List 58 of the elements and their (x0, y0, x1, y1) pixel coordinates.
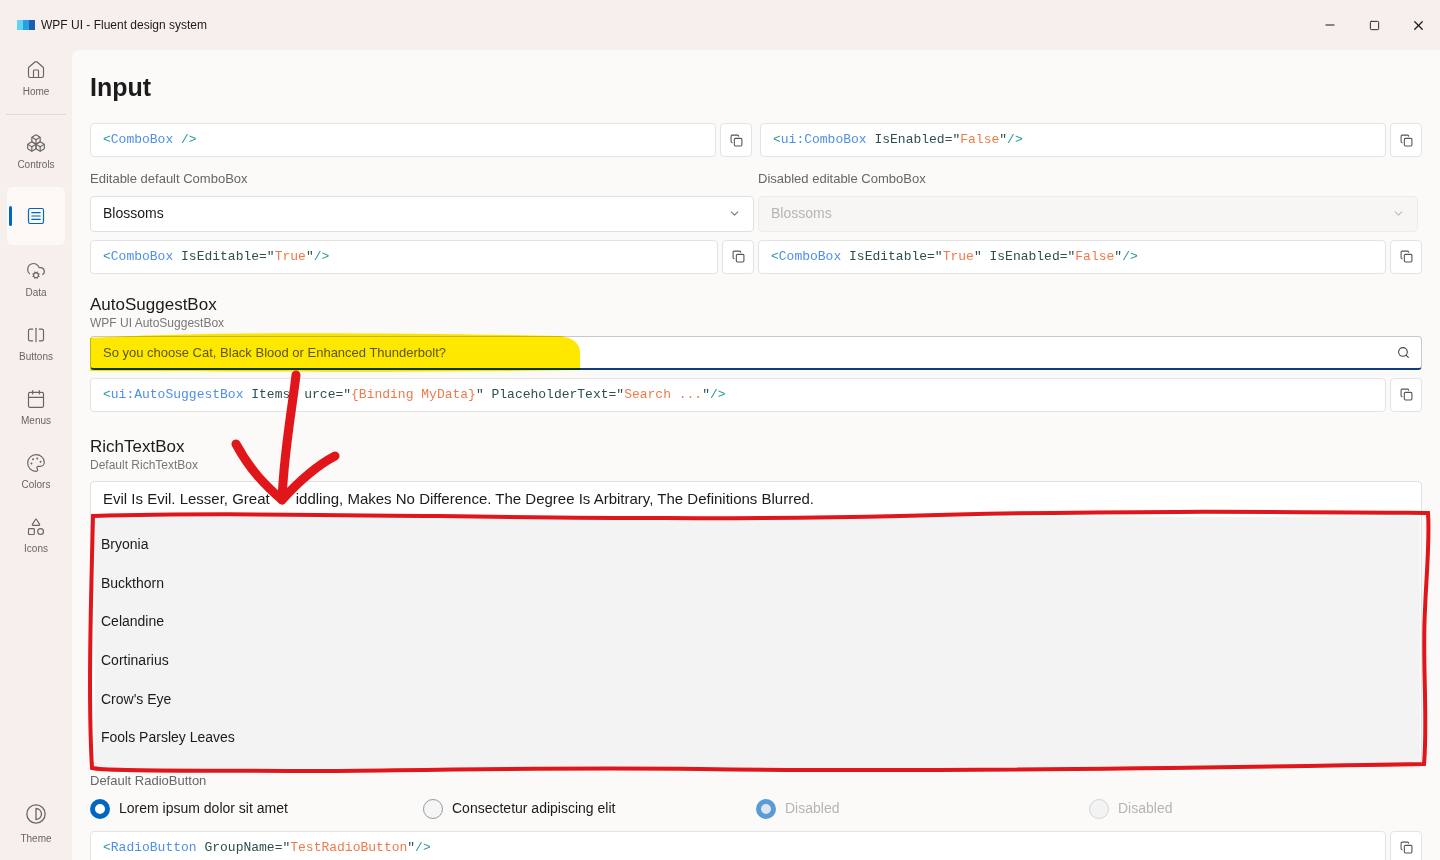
code-snippet: <ComboBox /> (90, 123, 716, 157)
radio-button[interactable]: Lorem ipsum dolor sit amet (90, 798, 423, 819)
restore-icon (1368, 19, 1380, 31)
shapes-icon (26, 516, 46, 537)
copy-icon (1399, 133, 1413, 147)
nav-item[interactable]: Menus (7, 379, 65, 437)
rich-text: Evil Is Evil. Lesser, Great (103, 488, 270, 509)
theme-button[interactable]: Theme (20, 803, 52, 846)
app-logo-icon (17, 20, 35, 30)
copy-icon (729, 133, 743, 147)
copy-button[interactable] (1390, 123, 1422, 157)
list-icon (26, 206, 46, 226)
suggestion-item[interactable]: Fools Parsley Leaves (95, 718, 1420, 758)
calendar-icon (26, 388, 46, 409)
suggestion-item[interactable]: Celandine (95, 602, 1420, 642)
page-title: Input (90, 72, 153, 102)
code-snippet: <ui:AutoSuggestBox Items urce="{Binding MyData}" PlaceholderText="Search ..."/> (90, 377, 1386, 412)
copy-button[interactable] (1390, 377, 1422, 412)
code-snippet: <ComboBox IsEditable="True"/> (90, 239, 718, 274)
section-title: RichTextBox (90, 435, 186, 458)
nav-item[interactable]: Home (7, 50, 65, 108)
code-snippet: <ComboBox IsEditable="True" IsEnabled="False"/> (758, 239, 1386, 274)
nav-item[interactable]: Icons (7, 507, 65, 565)
copy-button[interactable] (722, 239, 754, 274)
code-snippet: <RadioButton GroupName="TestRadioButton"/> (90, 830, 1386, 860)
copy-icon (1399, 250, 1413, 263)
copy-icon (1399, 388, 1413, 401)
search-icon (1397, 345, 1410, 359)
contrast-icon (25, 803, 47, 825)
section-subtitle: WPF UI AutoSuggestBox (90, 315, 226, 330)
rich-text: iddling, Makes No Difference. The Degree Is Arbitrary, The Definitions Blurred. (295, 488, 815, 509)
suggestion-item[interactable]: Buckthorn (95, 564, 1420, 603)
home-icon (26, 59, 46, 80)
radio-group-label: Default RadioButton (90, 772, 208, 789)
nav-item[interactable]: Colors (7, 443, 65, 501)
section-title: AutoSuggestBox (90, 293, 218, 316)
combobox-label: Editable default ComboBox (90, 170, 249, 188)
copy-icon (1399, 841, 1413, 854)
code-snippet: <ui:ComboBox IsEnabled="False"/> (760, 123, 1386, 157)
nav-item[interactable] (7, 187, 65, 245)
palette-icon (26, 452, 46, 473)
cubes-icon (26, 132, 46, 153)
suggestion-item[interactable]: Bryonia (95, 525, 1420, 565)
window-title: WPF UI - Fluent design system (41, 17, 208, 34)
nav-item[interactable]: Data (7, 251, 65, 309)
copy-button[interactable] (720, 123, 752, 157)
cloud-icon (26, 260, 46, 281)
nav-item[interactable]: Controls (7, 123, 65, 181)
suggestion-item[interactable]: Cortinarius (95, 641, 1420, 680)
radio-button[interactable]: Consectetur adipiscing elit (423, 798, 756, 819)
combobox[interactable]: Blossoms (90, 195, 754, 232)
copy-icon (731, 250, 745, 263)
nav-item[interactable]: Buttons (7, 315, 65, 373)
copy-button[interactable] (1390, 239, 1422, 274)
copy-button[interactable] (1390, 830, 1422, 860)
section-subtitle: Default RichTextBox (90, 457, 200, 472)
combobox-label: Disabled editable ComboBox (758, 170, 927, 188)
suggestion-item[interactable]: Crow's Eye (95, 679, 1420, 719)
